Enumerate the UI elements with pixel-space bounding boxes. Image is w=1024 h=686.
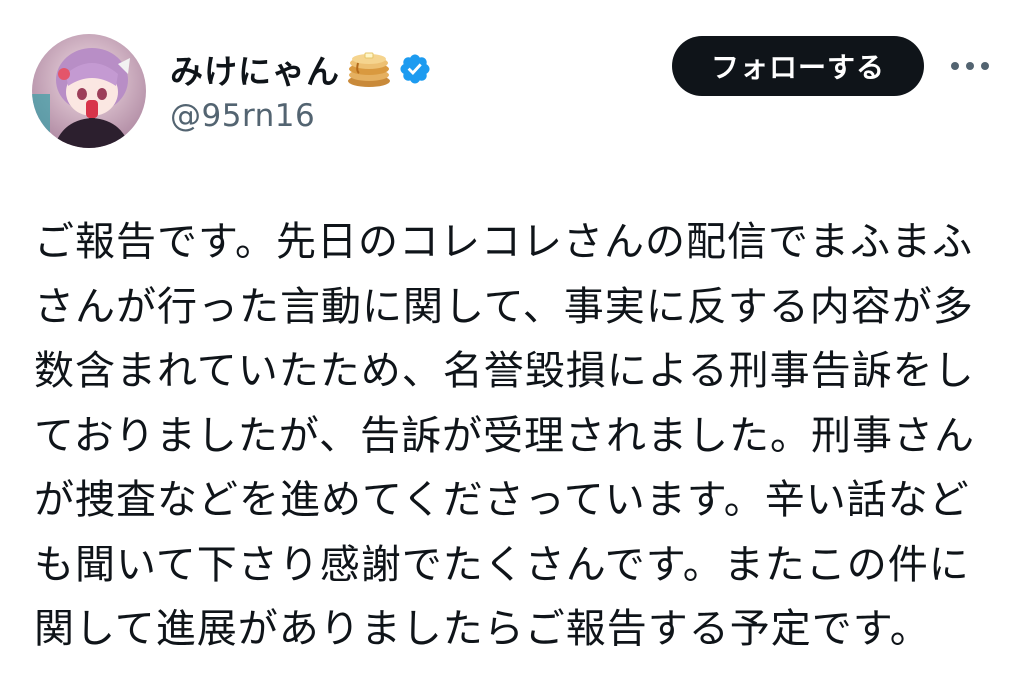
tweet-text-line: ておりましたが、告訴が受理されました。刑事さん (34, 412, 975, 459)
tweet-text-line: 数含まれていたため、名誉毀損による刑事告訴をし (34, 348, 975, 394)
user-handle[interactable]: @95rn16 (170, 98, 432, 134)
avatar-illustration (32, 34, 146, 148)
more-horizontal-icon[interactable] (948, 58, 992, 74)
tweet-header: みけにゃん @95rn16 フォローする (0, 0, 1024, 160)
pancakes-icon (346, 49, 392, 89)
tweet-text-line: さんが行った言動に関して、事実に反する内容が多 (34, 283, 974, 330)
user-names: みけにゃん @95rn16 (170, 44, 432, 134)
follow-button[interactable]: フォローする (672, 36, 924, 96)
display-name[interactable]: みけにゃん (170, 45, 340, 93)
verified-badge-icon (398, 52, 432, 86)
tweet-text-line: も聞いて下さり感謝でたくさんです。またこの件に (34, 541, 970, 588)
tweet-text: ご報告です。先日のコレコレさんの配信でまふまふ さんが行った言動に関して、事実に… (34, 210, 994, 662)
tweet-text-line: ご報告です。先日のコレコレさんの配信でまふまふ (34, 219, 973, 265)
display-name-row: みけにゃん (170, 44, 432, 94)
tweet-text-line: が捜査などを進めてくださっています。辛い話など (34, 477, 970, 523)
avatar[interactable] (32, 34, 146, 148)
tweet-text-line: 関して進展がありましたらご報告する予定です。 (34, 606, 931, 652)
